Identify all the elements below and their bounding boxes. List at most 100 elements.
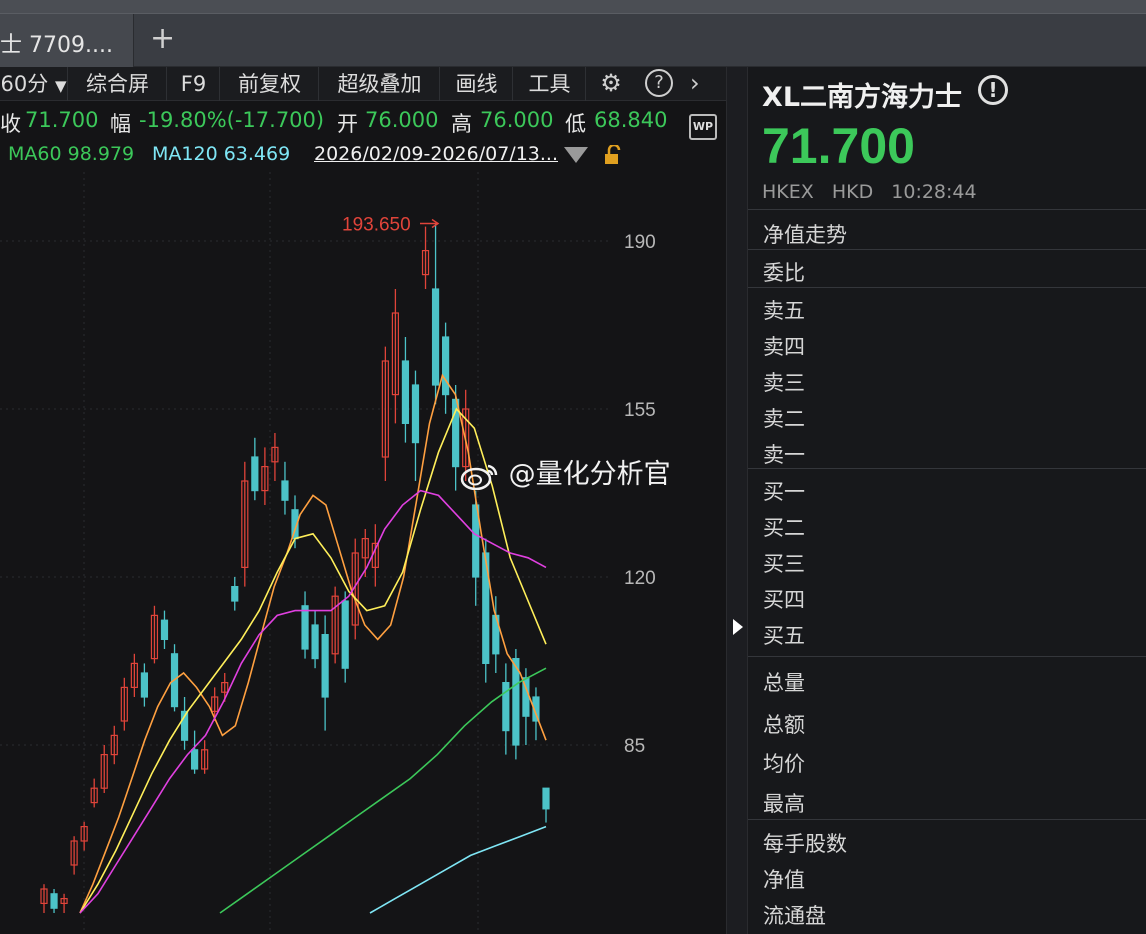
caret-down-icon: ▼ [54,77,67,95]
open-value: 76.000 [365,108,439,132]
candle-body [542,787,550,810]
quote-panel: XL二南方海力士 ! 71.700 HKEX HKD 10:28:44 净值走势… [748,67,1146,934]
bid-2: 买二 [763,516,805,540]
divider [748,287,1146,288]
ask-3: 卖三 [763,371,805,395]
divider [748,656,1146,657]
stat-high: 最高 [763,792,805,816]
y-tick-label: 190 [624,232,656,253]
ask-4: 卖四 [763,335,805,359]
peak-label: 193.650 [342,214,411,235]
candle-body [321,633,329,698]
candle-body [311,624,319,660]
tab-active[interactable]: 士 7709.... [0,14,134,67]
period-label: 60分 [0,72,49,96]
ma-line [369,825,547,914]
ma60-value: MA60 98.979 [8,143,135,165]
candle-body [411,384,420,444]
candle-body [442,336,450,396]
bid-3: 买三 [763,552,805,576]
candle-body [431,288,440,386]
ma-row: MA60 98.979 MA120 63.469 2026/02/09-2026… [0,141,726,171]
candle-body [140,672,148,698]
quote-time: 10:28:44 [891,181,977,203]
candlestick-chart[interactable]: 190 155 120 85 193.650 [0,67,726,934]
chart-pane[interactable]: 190 155 120 85 193.650 60分 ▼ 综合屏 F9 前复权 超级叠加… [0,67,726,934]
divider [748,468,1146,469]
toolbar-item-adjust[interactable]: 前复权 [221,67,319,101]
weibo-icon [460,462,500,490]
stock-meta: HKEX HKD 10:28:44 [762,181,989,203]
stat-nav: 净值 [763,868,805,892]
nav-trend-link[interactable]: 净值走势 [748,219,1146,249]
candle-body [251,456,259,492]
y-tick-label: 85 [624,736,645,757]
ask-1: 卖一 [763,443,805,467]
stat-turnover: 总额 [763,713,805,737]
candle-body [50,893,58,909]
toolbar-item-overlay[interactable]: 超级叠加 [320,67,440,101]
chevron-right-icon[interactable]: › [690,67,700,101]
warning-icon[interactable]: ! [978,75,1008,105]
lock-icon[interactable] [604,143,624,165]
ask-2: 卖二 [763,407,805,431]
current-price: 71.700 [762,118,915,174]
chart-toolbar: 60分 ▼ 综合屏 F9 前复权 超级叠加 画线 工具 ⚙ ? › [0,67,726,101]
close-label: 收 [0,112,21,136]
toolbar-item-overview[interactable]: 综合屏 [69,67,167,101]
toolbar-item-tools[interactable]: 工具 [514,67,586,101]
bid-5: 买五 [763,624,805,648]
watermark: @量化分析官 [460,452,671,491]
bid-1: 买一 [763,480,805,504]
low-label: 低 [565,112,586,136]
y-tick-label: 155 [624,400,656,421]
watermark-text: @量化分析官 [508,459,671,490]
high-label: 高 [451,112,472,136]
bid-4: 买四 [763,588,805,612]
candle-body [301,605,309,650]
toolbar-item-draw[interactable]: 画线 [441,67,513,101]
gear-icon[interactable]: ⚙ [597,69,625,97]
low-value: 68.840 [594,108,668,132]
ask-5: 卖五 [763,299,805,323]
candle-body [341,600,349,669]
date-range[interactable]: 2026/02/09-2026/07/13... [314,143,558,165]
question-icon[interactable]: ? [645,69,673,97]
divider [748,249,1146,250]
stat-lot-size: 每手股数 [763,832,847,856]
collapse-arrow-icon[interactable] [733,619,743,635]
candle-body [512,657,520,746]
divider [748,819,1146,820]
candle-body [191,749,199,770]
tab-title: 士 7709.... [0,33,113,58]
divider [748,209,1146,210]
stock-name: XL二南方海力士 [762,82,963,113]
tab-bar: 士 7709.... + [0,14,1146,67]
close-value: 71.700 [25,108,99,132]
currency: HKD [831,181,874,203]
change-label: 幅 [110,112,131,136]
range-dropdown-icon[interactable] [564,147,588,163]
ma-line [219,667,547,914]
candle-body [160,619,169,641]
add-tab-button[interactable]: + [150,22,175,56]
quote-row: 收 71.700 幅 -19.80%(-17.700) 开 76.000 高 7… [0,103,726,139]
exchange: HKEX [762,181,814,203]
change-value: -19.80%(-17.700) [139,108,325,132]
window-titlebar [0,0,1146,14]
candle-body [231,585,239,602]
panel-divider[interactable] [726,67,748,934]
period-select[interactable]: 60分 ▼ [0,67,68,101]
open-label: 开 [337,112,358,136]
wp-badge[interactable]: WP [689,114,717,140]
order-ratio: 委比 [763,261,805,285]
stat-float: 流通盘 [763,904,826,928]
y-tick-label: 120 [624,568,656,589]
toolbar-item-f9[interactable]: F9 [168,67,220,101]
ma120-value: MA120 63.469 [152,143,291,165]
candle-body [281,480,289,501]
stat-volume: 总量 [763,671,805,695]
stat-avg-price: 均价 [763,752,805,776]
candle-body [401,360,410,425]
high-value: 76.000 [480,108,554,132]
